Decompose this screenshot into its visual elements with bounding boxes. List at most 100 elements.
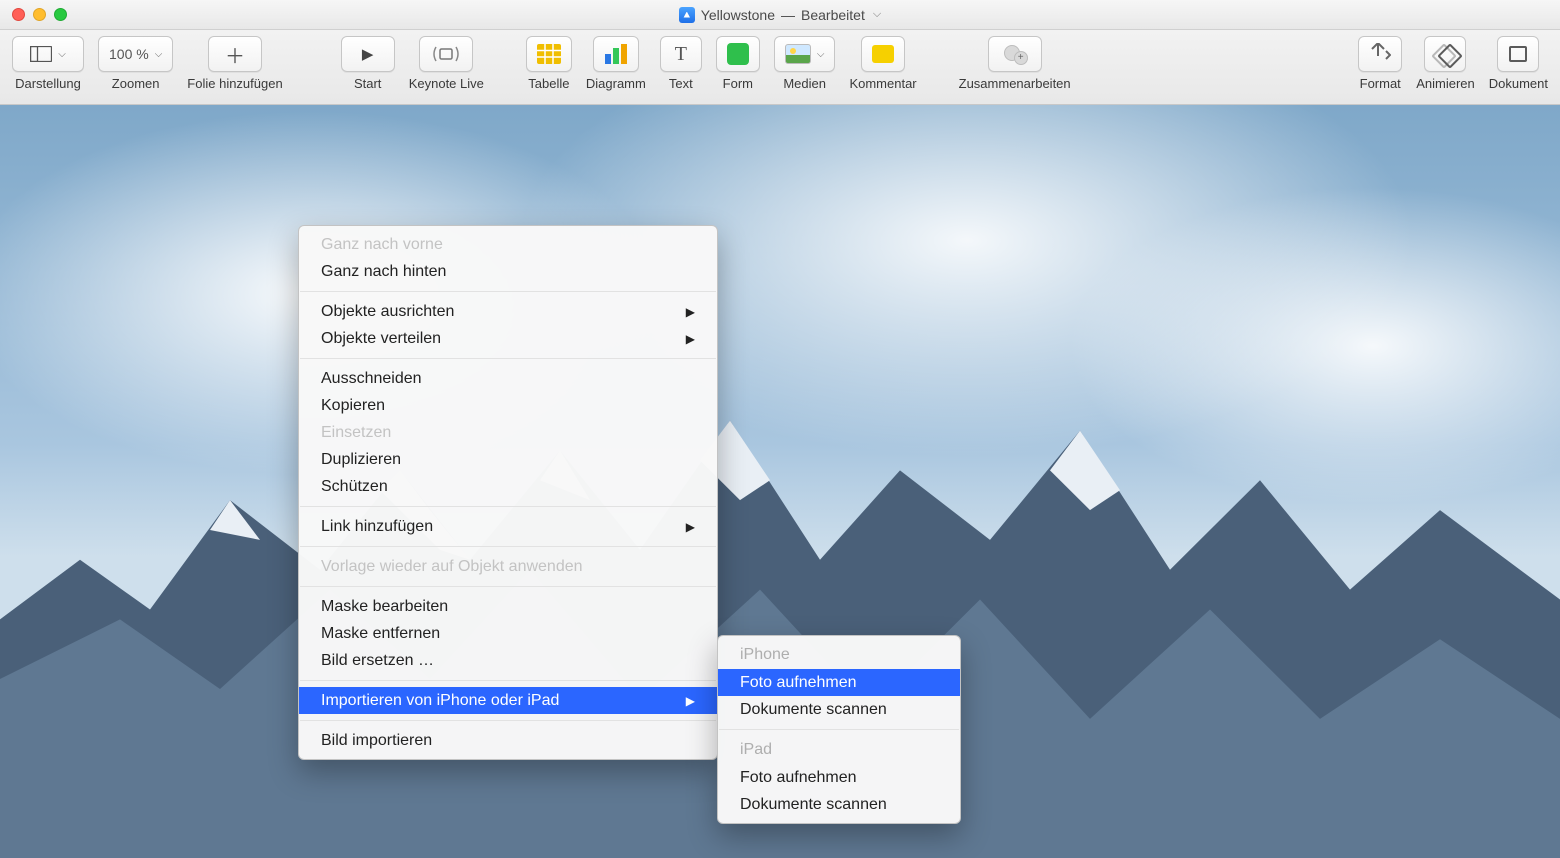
format-button[interactable] [1358, 36, 1402, 72]
menu-align-objects[interactable]: Objekte ausrichten▶ [299, 298, 717, 325]
keynote-live-tool: Keynote Live [409, 36, 484, 91]
menu-send-to-back[interactable]: Ganz nach hinten [299, 258, 717, 285]
keynote-live-icon [432, 45, 460, 63]
play-icon: ▶ [362, 45, 374, 63]
menu-paste: Einsetzen [299, 419, 717, 446]
media-button[interactable]: ⌵ [774, 36, 836, 72]
collaborate-button[interactable] [988, 36, 1042, 72]
document-title[interactable]: Yellowstone — Bearbeitet ⌵ [679, 7, 881, 23]
table-icon [537, 44, 561, 64]
menu-reapply-template: Vorlage wieder auf Objekt anwenden [299, 553, 717, 580]
document-button[interactable] [1497, 36, 1539, 72]
table-tool: Tabelle [526, 36, 572, 91]
comment-label: Kommentar [849, 76, 916, 91]
submenu-scan-documents-iphone[interactable]: Dokumente scannen [718, 696, 960, 723]
shape-tool: Form [716, 36, 760, 91]
context-menu: Ganz nach vorne Ganz nach hinten Objekte… [298, 225, 718, 760]
keynote-app-icon [679, 7, 695, 23]
submenu-arrow-icon: ▶ [686, 332, 695, 346]
table-button[interactable] [526, 36, 572, 72]
chevron-down-icon: ⌵ [58, 49, 66, 60]
collaborate-icon [1002, 43, 1028, 65]
view-button[interactable]: ⌵ [12, 36, 84, 72]
zoom-tool: 100 % ⌵ Zoomen [98, 36, 173, 91]
zoom-button[interactable]: 100 % ⌵ [98, 36, 173, 72]
menu-import-image[interactable]: Bild importieren [299, 727, 717, 754]
menu-duplicate[interactable]: Duplizieren [299, 446, 717, 473]
slide-canvas[interactable]: Ganz nach vorne Ganz nach hinten Objekte… [0, 105, 1560, 858]
format-label: Format [1360, 76, 1401, 91]
text-tool: T Text [660, 36, 702, 91]
document-tool: Dokument [1489, 36, 1548, 91]
submenu-header-ipad: iPad [718, 736, 960, 764]
shape-label: Form [723, 76, 753, 91]
collaborate-tool: Zusammenarbeiten [959, 36, 1071, 91]
menu-bring-to-front: Ganz nach vorne [299, 231, 717, 258]
comment-tool: Kommentar [849, 36, 916, 91]
submenu-take-photo-ipad[interactable]: Foto aufnehmen [718, 764, 960, 791]
shape-icon [727, 43, 749, 65]
document-label: Dokument [1489, 76, 1548, 91]
document-icon [1509, 46, 1527, 62]
chevron-down-icon: ⌵ [155, 49, 163, 60]
table-label: Tabelle [528, 76, 569, 91]
menu-cut[interactable]: Ausschneiden [299, 365, 717, 392]
document-name: Yellowstone [701, 7, 775, 23]
chart-icon [604, 44, 628, 64]
format-icon [1369, 43, 1391, 66]
collaborate-label: Zusammenarbeiten [959, 76, 1071, 91]
close-window-icon[interactable] [12, 8, 25, 21]
shape-button[interactable] [716, 36, 760, 72]
media-tool: ⌵ Medien [774, 36, 836, 91]
text-icon: T [675, 43, 687, 66]
plus-icon: ＋ [225, 40, 245, 69]
keynote-live-button[interactable] [419, 36, 473, 72]
comment-button[interactable] [861, 36, 905, 72]
fullscreen-window-icon[interactable] [54, 8, 67, 21]
add-slide-tool: ＋ Folie hinzufügen [187, 36, 282, 91]
chevron-down-icon: ⌵ [817, 49, 825, 60]
start-tool: ▶ Start [341, 36, 395, 91]
window-controls [12, 8, 67, 21]
menu-replace-image[interactable]: Bild ersetzen … [299, 647, 717, 674]
document-status: Bearbeitet [801, 7, 865, 23]
keynote-live-label: Keynote Live [409, 76, 484, 91]
chart-tool: Diagramm [586, 36, 646, 91]
window-titlebar: Yellowstone — Bearbeitet ⌵ [0, 0, 1560, 30]
start-label: Start [354, 76, 381, 91]
add-slide-button[interactable]: ＋ [208, 36, 262, 72]
menu-protect[interactable]: Schützen [299, 473, 717, 500]
import-submenu: iPhone Foto aufnehmen Dokumente scannen … [717, 635, 961, 824]
menu-import-from-device[interactable]: Importieren von iPhone oder iPad▶ [299, 687, 717, 714]
minimize-window-icon[interactable] [33, 8, 46, 21]
menu-distribute-objects[interactable]: Objekte verteilen▶ [299, 325, 717, 352]
menu-copy[interactable]: Kopieren [299, 392, 717, 419]
submenu-scan-documents-ipad[interactable]: Dokumente scannen [718, 791, 960, 818]
menu-edit-mask[interactable]: Maske bearbeiten [299, 593, 717, 620]
view-icon [30, 46, 52, 62]
media-label: Medien [783, 76, 826, 91]
format-tool: Format [1358, 36, 1402, 91]
animate-label: Animieren [1416, 76, 1475, 91]
start-button[interactable]: ▶ [341, 36, 395, 72]
submenu-header-iphone: iPhone [718, 641, 960, 669]
animate-icon [1435, 44, 1455, 64]
animate-tool: Animieren [1416, 36, 1475, 91]
chart-button[interactable] [593, 36, 639, 72]
text-button[interactable]: T [660, 36, 702, 72]
comment-icon [872, 45, 894, 63]
submenu-arrow-icon: ▶ [686, 305, 695, 319]
chevron-down-icon: ⌵ [873, 8, 881, 21]
add-slide-label: Folie hinzufügen [187, 76, 282, 91]
menu-remove-mask[interactable]: Maske entfernen [299, 620, 717, 647]
text-label: Text [669, 76, 693, 91]
media-icon [785, 44, 811, 64]
chart-label: Diagramm [586, 76, 646, 91]
submenu-take-photo-iphone[interactable]: Foto aufnehmen [718, 669, 960, 696]
toolbar: ⌵ Darstellung 100 % ⌵ Zoomen ＋ Folie hin… [0, 30, 1560, 105]
zoom-value: 100 % [109, 46, 149, 62]
view-label: Darstellung [15, 76, 81, 91]
submenu-arrow-icon: ▶ [686, 694, 695, 708]
menu-add-link[interactable]: Link hinzufügen▶ [299, 513, 717, 540]
animate-button[interactable] [1424, 36, 1466, 72]
